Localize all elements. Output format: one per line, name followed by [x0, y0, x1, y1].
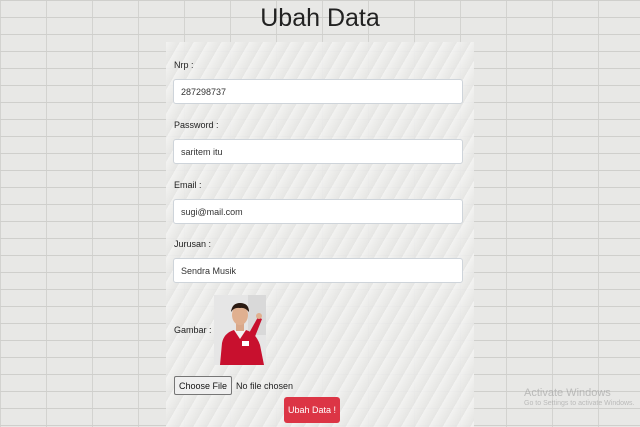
submit-button[interactable]: Ubah Data !: [284, 397, 340, 423]
gambar-row: Gambar :: [174, 295, 266, 365]
jurusan-input[interactable]: [173, 258, 463, 283]
choose-file-button[interactable]: Choose File: [174, 376, 233, 395]
watermark-title: Activate Windows: [524, 387, 611, 399]
page-title: Ubah Data: [260, 4, 380, 32]
jurusan-label: Jurusan :: [174, 239, 212, 249]
windows-activation-watermark: Activate Windows Go to Settings to activ…: [524, 387, 635, 409]
nrp-label: Nrp :: [174, 60, 194, 70]
watermark-subtitle: Go to Settings to activate Windows.: [524, 400, 635, 408]
password-input[interactable]: [173, 139, 463, 164]
email-input[interactable]: [173, 199, 463, 224]
player-photo-image: [213, 295, 266, 365]
profile-photo: [213, 295, 266, 365]
file-upload-row: Choose File No file chosen: [174, 376, 293, 395]
password-label: Password :: [174, 120, 219, 130]
gambar-label: Gambar :: [174, 325, 212, 335]
email-label: Email :: [174, 180, 202, 190]
nrp-input[interactable]: [173, 79, 463, 104]
file-status-text: No file chosen: [236, 380, 294, 391]
